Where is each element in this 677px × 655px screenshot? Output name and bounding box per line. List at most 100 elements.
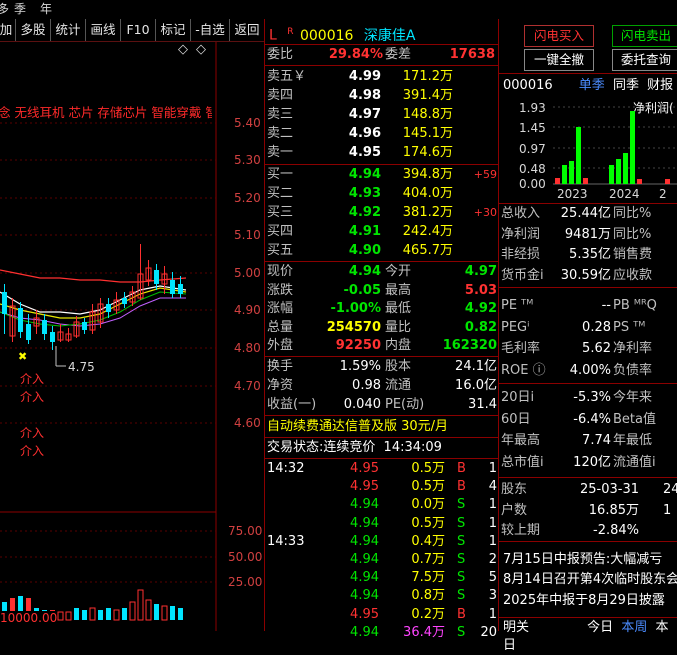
fin2-value: 5.62: [582, 341, 611, 356]
fin2-row: PE ᵀᴹ -- PB ᴹᴿQ: [501, 297, 677, 315]
menu-item-season[interactable]: 季: [14, 0, 26, 17]
menu-item-multi[interactable]: 多: [0, 0, 9, 17]
stat2-label: 净资: [267, 378, 294, 393]
tick-row[interactable]: 4.94 0.5万 S 1: [267, 515, 497, 533]
tick-row[interactable]: 14:32 4.95 0.5万 B 1: [267, 460, 497, 478]
tab-today[interactable]: 今日: [587, 620, 613, 635]
sell-row[interactable]: 卖五￥ 4.99 171.2万: [267, 68, 497, 86]
tick-price: 4.94: [350, 570, 379, 586]
toolbar-f10[interactable]: F10: [121, 19, 156, 41]
price-tick: 4.60: [234, 416, 261, 430]
stat-label: 总量: [267, 319, 294, 335]
signal-label: 介入: [20, 444, 45, 458]
buy-row[interactable]: 买五 4.90 465.7万: [267, 242, 497, 260]
order-query-button[interactable]: 委托查询: [612, 49, 677, 71]
stock-name: 深康佳A: [363, 27, 416, 44]
flag-l: L: [269, 27, 277, 44]
tab-single-quarter[interactable]: 单季: [579, 78, 605, 93]
fin2-label: ROE ⓘ: [501, 362, 546, 378]
tick-time: 14:32: [267, 461, 305, 476]
fin-xtick: 2023: [557, 187, 588, 201]
toolbar-draw[interactable]: 画线: [86, 19, 121, 41]
toolbar-add[interactable]: 加: [0, 19, 16, 41]
trade-status-label: 交易状态:: [267, 440, 324, 455]
toolbar-mark[interactable]: 标记: [156, 19, 191, 41]
buy-row[interactable]: 买三 4.92 381.2万 +30: [267, 204, 497, 222]
fin-value: 30.59亿: [560, 267, 611, 283]
sell-row[interactable]: 卖二 4.96 145.1万: [267, 125, 497, 143]
sell-label: 卖五￥: [267, 69, 307, 84]
tab-week[interactable]: 本周: [621, 620, 647, 635]
stat-row: 总量 254570 量比 0.82: [267, 319, 497, 337]
signal-label: 介入: [20, 426, 45, 440]
sell-volume: 145.1万: [402, 126, 453, 141]
fin3-row: 总市值i 120亿 流通值i: [501, 454, 677, 472]
buy-row[interactable]: 买二 4.93 404.0万: [267, 185, 497, 203]
buy-volume: 242.4万: [402, 224, 453, 239]
sell-price: 4.95: [348, 145, 381, 160]
weibi-value: 29.84%: [328, 47, 383, 62]
tick-count: 1: [488, 515, 497, 531]
stat-value: -0.05: [343, 282, 381, 298]
fin2-label: PEGⁱ: [501, 319, 530, 335]
tick-row[interactable]: 4.95 0.5万 B 4: [267, 478, 497, 496]
tick-volume: 0.5万: [411, 461, 445, 476]
buy-row[interactable]: 买四 4.91 242.4万: [267, 223, 497, 241]
flash-buy-button[interactable]: 闪电买入: [524, 25, 594, 47]
flag-r: R: [287, 27, 294, 37]
fin2-label-2: PS ᵀᴹ: [613, 319, 646, 335]
vol-tick: 75.00: [228, 524, 263, 538]
sell-row[interactable]: 卖四 4.98 391.4万: [267, 87, 497, 105]
tick-row[interactable]: 4.94 36.4万 S 20: [267, 624, 497, 642]
flash-sell-button[interactable]: 闪电卖出: [612, 25, 677, 47]
news-item[interactable]: 2025年中报于8月29日披露: [503, 592, 677, 610]
tab-related[interactable]: 明关: [503, 620, 529, 635]
tab-report[interactable]: 财报: [647, 78, 673, 93]
news-item[interactable]: 8月14日召开第4次临时股东会: [503, 571, 677, 589]
tick-side: B: [457, 606, 466, 622]
toolbar-watchlist[interactable]: -自选: [191, 19, 230, 41]
bottom-tabs: 明关 今日 本周 本日: [503, 619, 677, 653]
holder-value: -2.84%: [593, 523, 639, 538]
tick-row[interactable]: 4.95 0.2万 B 1: [267, 606, 497, 624]
kline-chart-area[interactable]: ◇ ◇ 念 无线耳机 芯片 存储芯片 智能穿戴 智能 ✖ 5.40 5.30 5…: [0, 42, 264, 631]
sell-row[interactable]: 卖三 4.97 148.8万: [267, 106, 497, 124]
stat-label: 现价: [267, 264, 294, 279]
sell-row[interactable]: 卖一 4.95 174.6万: [267, 144, 497, 162]
price-tick: 4.80: [234, 341, 261, 355]
tab-same-quarter[interactable]: 同季: [613, 78, 639, 93]
stat2-value: 0.98: [352, 378, 381, 393]
menu-item-year[interactable]: 年: [40, 0, 52, 17]
stat-label-2: 今开: [385, 264, 412, 279]
tick-time: 14:33: [267, 533, 305, 549]
buy-volume: 404.0万: [402, 186, 453, 201]
stat2-label-2: 股本: [385, 359, 412, 374]
fin-row: 总收入 25.44亿 同比%: [501, 205, 677, 223]
buy-row[interactable]: 买一 4.94 394.8万 +59: [267, 166, 497, 184]
tick-row[interactable]: 4.94 0.7万 S 2: [267, 551, 497, 569]
tick-side: S: [457, 515, 466, 531]
tick-row[interactable]: 4.94 7.5万 S 5: [267, 569, 497, 587]
holder-label: 户数: [501, 502, 528, 518]
news-item[interactable]: 7月15日中报预告:大幅减亏: [503, 551, 677, 569]
candles: [2, 244, 183, 350]
ad-banner[interactable]: 自动续费通达信普及版 30元/月: [267, 418, 497, 436]
price-tick: 4.70: [234, 379, 261, 393]
cancel-all-button[interactable]: 一键全撤: [524, 49, 594, 71]
signal-label: 介入: [20, 390, 45, 404]
toolbar-back[interactable]: 返回: [230, 19, 264, 41]
tick-row[interactable]: 4.94 0.0万 S 1: [267, 496, 497, 514]
tick-row[interactable]: 14:33 4.94 0.4万 S 1: [267, 533, 497, 551]
stat-label-2: 量比: [385, 319, 412, 335]
vol-tick: 50.00: [228, 550, 263, 564]
toolbar-multi-stock[interactable]: 多股: [16, 19, 51, 41]
tick-count: 1: [488, 606, 497, 622]
tick-volume: 36.4万: [403, 624, 445, 640]
toolbar-stats[interactable]: 统计: [51, 19, 86, 41]
buy-price: 4.91: [348, 224, 381, 239]
buy-label: 买五: [267, 243, 294, 258]
stat-value: -1.00%: [330, 301, 382, 317]
tick-side: S: [457, 588, 466, 604]
sell-volume: 171.2万: [402, 69, 453, 84]
tick-row[interactable]: 4.94 0.8万 S 3: [267, 587, 497, 605]
